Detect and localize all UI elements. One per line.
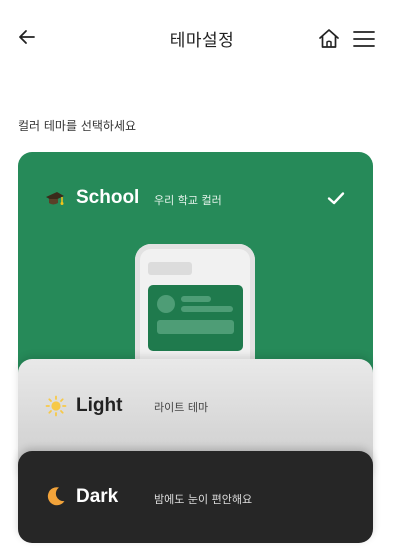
phone-preview-bar	[148, 262, 192, 275]
phone-preview-block	[157, 320, 234, 334]
menu-icon	[353, 31, 375, 47]
theme-description-school: 우리 학교 컬러	[154, 194, 222, 207]
theme-name-school: School	[76, 187, 140, 208]
theme-settings-screen: 테마설정 컬러 테마를 선택하세요 School 우리 학교 컬러 Light …	[0, 0, 404, 548]
phone-preview-card	[148, 285, 243, 351]
theme-name-light: Light	[76, 395, 123, 416]
theme-instruction: 컬러 테마를 선택하세요	[18, 119, 137, 133]
check-icon	[327, 192, 345, 205]
home-button[interactable]	[314, 24, 344, 54]
app-header: 테마설정	[0, 0, 404, 78]
phone-preview-avatar	[157, 295, 175, 313]
phone-preview-line	[181, 306, 233, 312]
theme-card-dark[interactable]: Dark 밤에도 눈이 편안해요	[18, 451, 373, 543]
theme-description-light: 라이트 테마	[154, 401, 209, 414]
graduation-cap-icon	[46, 192, 64, 205]
theme-name-dark: Dark	[76, 486, 119, 507]
sun-icon	[45, 395, 67, 417]
theme-description-dark: 밤에도 눈이 편안해요	[154, 493, 253, 506]
menu-button[interactable]	[349, 24, 379, 54]
phone-preview-line	[181, 296, 211, 302]
home-icon	[319, 29, 339, 48]
moon-icon	[47, 487, 65, 506]
